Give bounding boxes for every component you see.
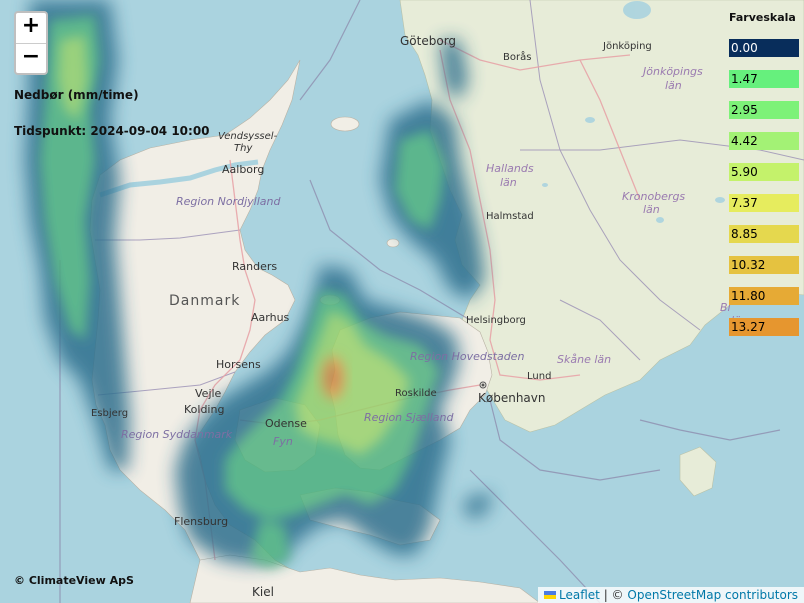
zoom-in-button[interactable]: + xyxy=(16,13,46,43)
label-skane: Skåne län xyxy=(557,353,611,366)
legend-swatch: 13.27 xyxy=(729,318,799,336)
label-kronobergs-1: Kronobergs xyxy=(622,190,685,203)
legend-items: 0.00 1.47 2.95 4.42 5.90 7.37 8.85 10.32 11.80 13… xyxy=(729,39,799,336)
copyright: © ClimateView ApS xyxy=(14,574,134,587)
label-danmark: Danmark xyxy=(169,293,240,309)
legend-swatch: 2.95 xyxy=(729,101,799,119)
label-helsingborg: Helsingborg xyxy=(466,315,526,326)
label-lund: Lund xyxy=(527,371,551,382)
label-roskilde: Roskilde xyxy=(395,388,437,399)
label-jonkopings-lan-1: Jönköpings xyxy=(641,65,703,78)
label-boras: Borås xyxy=(503,50,531,63)
legend-swatch: 8.85 xyxy=(729,225,799,243)
label-hallands-1: Hallands xyxy=(486,162,534,175)
label-nordjylland: Region Nordjylland xyxy=(176,195,282,208)
label-odense: Odense xyxy=(265,417,307,430)
label-sjaelland: Region Sjælland xyxy=(364,411,454,424)
info-title: Nedbør (mm/time) xyxy=(14,88,139,102)
label-hallands-2: län xyxy=(500,176,517,189)
legend-swatch: 0.00 xyxy=(729,39,799,57)
legend: Farveskala 0.00 1.47 2.95 4.42 5.90 7.37 8.85 1… xyxy=(729,11,799,349)
label-esbjerg: Esbjerg xyxy=(91,408,128,419)
attribution: Leaflet | © OpenStreetMap contributors xyxy=(538,587,804,603)
label-kronobergs-2: län xyxy=(643,203,660,216)
label-fyn: Fyn xyxy=(273,435,293,448)
label-vejle: Vejle xyxy=(195,387,222,400)
osm-link[interactable]: OpenStreetMap contributors xyxy=(627,588,798,602)
attribution-separator: | © xyxy=(599,588,628,602)
legend-swatch: 11.80 xyxy=(729,287,799,305)
island-anholt xyxy=(386,238,400,248)
label-syddanmark: Region Syddanmark xyxy=(121,428,233,441)
ukraine-flag-icon xyxy=(544,591,557,599)
label-aalborg: Aalborg xyxy=(222,163,264,176)
island-laeso xyxy=(330,116,360,132)
info-timestamp: Tidspunkt: 2024-09-04 10:00 xyxy=(14,124,210,138)
label-vendsyssel-2: Thy xyxy=(234,143,253,154)
zoom-out-button[interactable]: − xyxy=(16,43,46,73)
legend-swatch: 4.42 xyxy=(729,132,799,150)
legend-title: Farveskala xyxy=(729,11,796,24)
label-jonkopings-lan-2: län xyxy=(665,79,682,92)
label-aarhus: Aarhus xyxy=(251,311,290,324)
legend-swatch: 10.32 xyxy=(729,256,799,274)
label-halmstad: Halmstad xyxy=(486,211,534,222)
label-flensburg: Flensburg xyxy=(174,515,228,528)
label-jonkoping: Jönköping xyxy=(602,41,652,52)
label-randers: Randers xyxy=(232,260,277,273)
label-kobenhavn: København xyxy=(478,391,545,405)
leaflet-link[interactable]: Leaflet xyxy=(559,588,600,602)
label-kolding: Kolding xyxy=(184,403,224,416)
label-horsens: Horsens xyxy=(216,358,261,371)
legend-swatch: 7.37 xyxy=(729,194,799,212)
label-vendsyssel-1: Vendsyssel- xyxy=(218,131,278,142)
label-kiel: Kiel xyxy=(252,585,274,599)
label-goteborg: Göteborg xyxy=(400,34,456,48)
legend-swatch: 5.90 xyxy=(729,163,799,181)
zoom-control: + − xyxy=(14,11,48,75)
legend-swatch: 1.47 xyxy=(729,70,799,88)
label-hovedstaden: Region Hovedstaden xyxy=(410,350,524,363)
